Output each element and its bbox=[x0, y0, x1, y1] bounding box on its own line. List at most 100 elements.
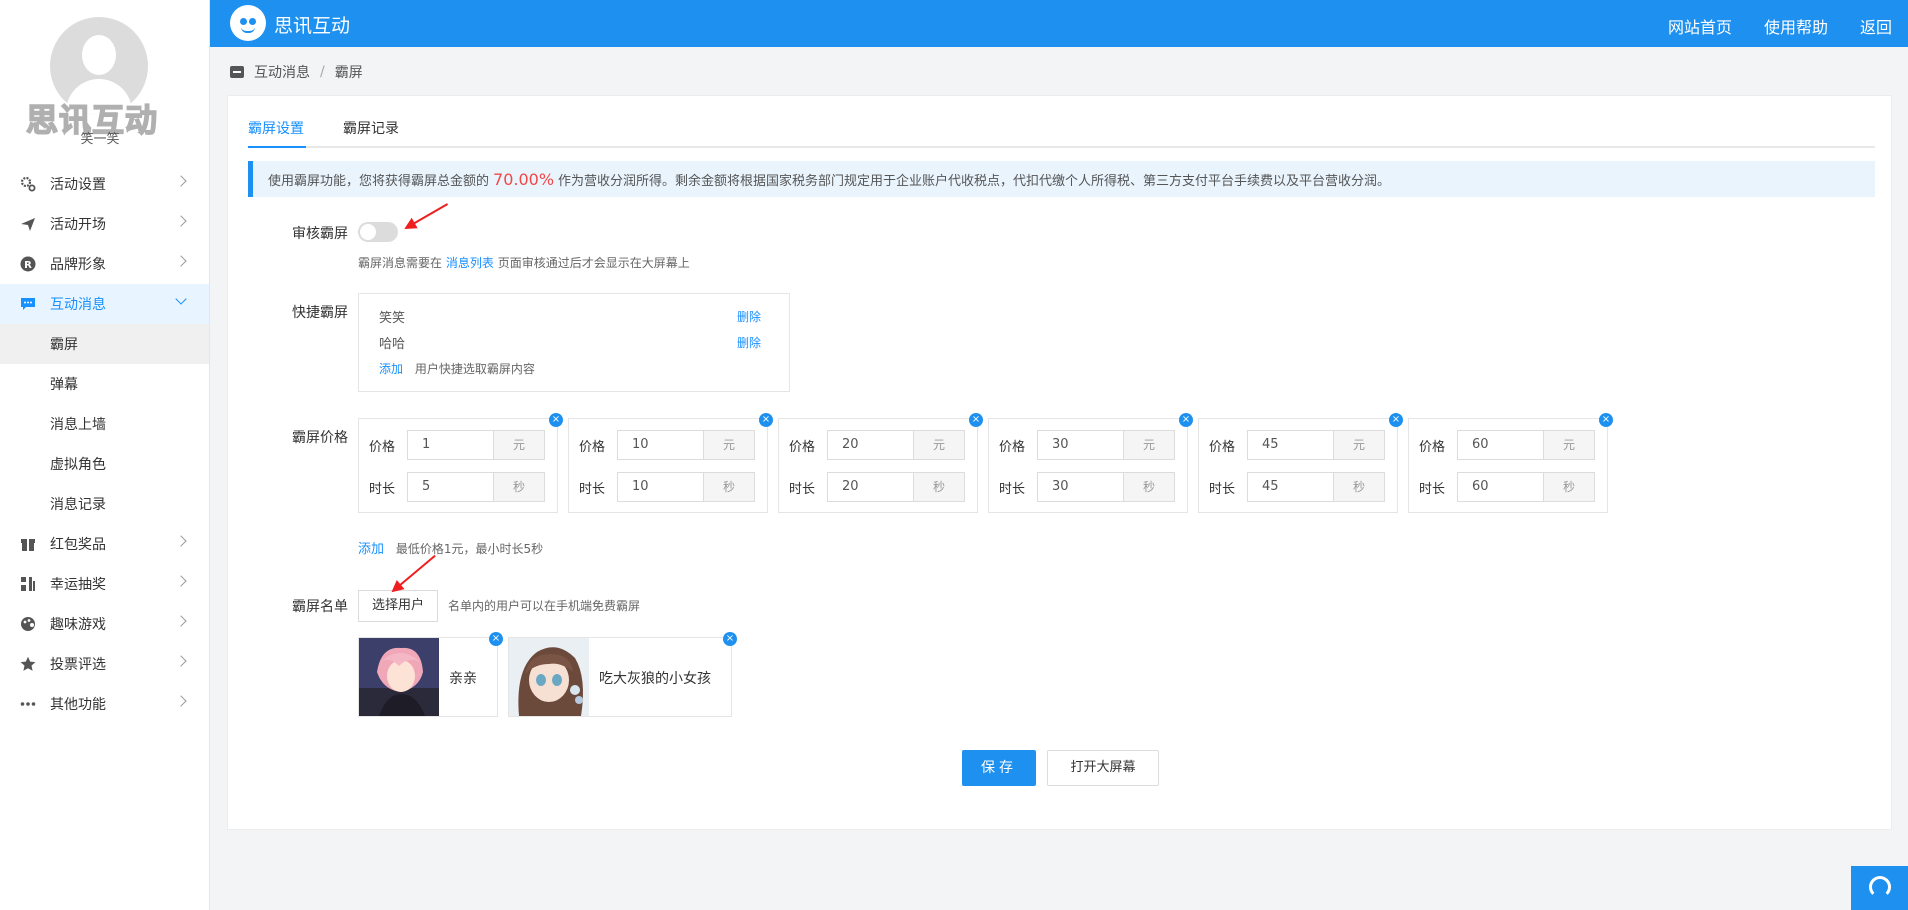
price-unit: 元 bbox=[913, 430, 965, 460]
duration-input[interactable]: 10 bbox=[617, 472, 703, 502]
close-icon[interactable]: × bbox=[1389, 413, 1403, 427]
quick-label: 快捷霸屏 bbox=[292, 305, 348, 321]
duration-row: 时长 60 秒 bbox=[1419, 472, 1595, 502]
close-icon[interactable]: × bbox=[489, 632, 503, 646]
avatar-head-shape bbox=[82, 35, 116, 75]
price-row: 价格 45 元 bbox=[1209, 430, 1385, 460]
price-row: 价格 1 元 bbox=[369, 430, 545, 460]
sidebar-item-label: 活动开场 bbox=[50, 217, 106, 233]
price-input[interactable]: 20 bbox=[827, 430, 913, 460]
breadcrumb-parent[interactable]: 互动消息 bbox=[254, 62, 310, 82]
duration-unit: 秒 bbox=[1333, 472, 1385, 502]
profile: 思讯互动 笑一笑 bbox=[0, 0, 209, 150]
submenu-item-message-wall[interactable]: 消息上墙 bbox=[0, 404, 209, 444]
breadcrumb: 互动消息 / 霸屏 bbox=[230, 62, 363, 82]
delete-link[interactable]: 删除 bbox=[737, 334, 761, 351]
review-toggle[interactable] bbox=[358, 222, 398, 242]
quick-add-link[interactable]: 添加 bbox=[379, 362, 403, 376]
chevron-right-icon bbox=[175, 655, 187, 667]
nav-home-link[interactable]: 网站首页 bbox=[1668, 14, 1732, 38]
price-add-row: 添加 最低价格1元，最小时长5秒 bbox=[358, 538, 543, 557]
tab-bapin-settings[interactable]: 霸屏设置 bbox=[248, 118, 304, 138]
close-icon[interactable]: × bbox=[759, 413, 773, 427]
sidebar-item-activity-settings[interactable]: 活动设置 bbox=[0, 164, 209, 204]
price-tier-card: × 价格 30 元 时长 30 秒 bbox=[988, 413, 1193, 513]
duration-input[interactable]: 45 bbox=[1247, 472, 1333, 502]
customer-service-button[interactable] bbox=[1851, 866, 1908, 910]
price-field-label: 价格 bbox=[369, 439, 396, 455]
price-input[interactable]: 60 bbox=[1457, 430, 1543, 460]
nav-help-link[interactable]: 使用帮助 bbox=[1764, 14, 1828, 38]
submenu-item-bapin[interactable]: 霸屏 bbox=[0, 324, 209, 364]
sidebar-item-label: 品牌形象 bbox=[50, 257, 106, 273]
quick-list: 笑笑 删除 哈哈 删除 添加 用户快捷选取霸屏内容 bbox=[358, 293, 790, 392]
chat-icon bbox=[20, 296, 36, 312]
chevron-right-icon bbox=[175, 255, 187, 267]
save-button[interactable]: 保存 bbox=[962, 750, 1036, 786]
sidebar-item-interactive-messages[interactable]: 互动消息 bbox=[0, 284, 209, 324]
sidebar-item-label: 幸运抽奖 bbox=[50, 577, 106, 593]
duration-input[interactable]: 20 bbox=[827, 472, 913, 502]
nav-back-link[interactable]: 返回 bbox=[1860, 14, 1892, 38]
review-hint-before: 霸屏消息需要在 bbox=[358, 256, 443, 270]
close-icon[interactable]: × bbox=[1599, 413, 1613, 427]
sidebar-item-activity-opening[interactable]: 活动开场 bbox=[0, 204, 209, 244]
close-icon[interactable]: × bbox=[549, 413, 563, 427]
sidebar-item-voting[interactable]: 投票评选 bbox=[0, 644, 209, 684]
duration-field-label: 时长 bbox=[369, 481, 396, 497]
duration-unit: 秒 bbox=[1123, 472, 1175, 502]
whitelist-hint: 名单内的用户可以在手机端免费霸屏 bbox=[448, 599, 641, 613]
duration-input[interactable]: 5 bbox=[407, 472, 493, 502]
duration-unit: 秒 bbox=[913, 472, 965, 502]
delete-link[interactable]: 删除 bbox=[737, 308, 761, 325]
gift-icon bbox=[20, 536, 36, 552]
open-big-screen-button[interactable]: 打开大屏幕 bbox=[1047, 750, 1159, 786]
sidebar-item-label: 互动消息 bbox=[50, 297, 106, 313]
submenu-item-danmu[interactable]: 弹幕 bbox=[0, 364, 209, 404]
sidebar-item-brand-image[interactable]: R 品牌形象 bbox=[0, 244, 209, 284]
submenu-item-message-records[interactable]: 消息记录 bbox=[0, 484, 209, 524]
chevron-right-icon bbox=[175, 615, 187, 627]
review-hint-after: 页面审核通过后才会显示在大屏幕上 bbox=[497, 256, 690, 270]
price-input[interactable]: 45 bbox=[1247, 430, 1333, 460]
select-user-button[interactable]: 选择用户 bbox=[358, 590, 438, 622]
price-add-link[interactable]: 添加 bbox=[358, 542, 384, 557]
duration-input[interactable]: 30 bbox=[1037, 472, 1123, 502]
price-unit: 元 bbox=[1333, 430, 1385, 460]
whitelist-user-card: × 亲亲 bbox=[358, 632, 503, 717]
notice-text-before: 使用霸屏功能，您将获得霸屏总金额的 bbox=[268, 173, 490, 189]
duration-field-label: 时长 bbox=[1419, 481, 1446, 497]
sidebar-item-lucky-draw[interactable]: 幸运抽奖 bbox=[0, 564, 209, 604]
price-input[interactable]: 10 bbox=[617, 430, 703, 460]
price-input[interactable]: 30 bbox=[1037, 430, 1123, 460]
close-icon[interactable]: × bbox=[1179, 413, 1193, 427]
settings-card: 霸屏设置 霸屏记录 使用霸屏功能，您将获得霸屏总金额的 70.00% 作为营收分… bbox=[227, 95, 1892, 830]
tab-bapin-records[interactable]: 霸屏记录 bbox=[343, 118, 399, 138]
tab-bar bbox=[248, 96, 1875, 148]
sidebar-item-label: 其他功能 bbox=[50, 697, 106, 713]
message-list-link[interactable]: 消息列表 bbox=[446, 256, 494, 270]
close-icon[interactable]: × bbox=[723, 632, 737, 646]
sidebar-item-red-packet[interactable]: 红包奖品 bbox=[0, 524, 209, 564]
price-input[interactable]: 1 bbox=[407, 430, 493, 460]
gear-icon bbox=[20, 176, 36, 192]
more-icon bbox=[20, 696, 36, 712]
price-row: 价格 30 元 bbox=[999, 430, 1175, 460]
duration-input[interactable]: 60 bbox=[1457, 472, 1543, 502]
sidebar-item-other-functions[interactable]: 其他功能 bbox=[0, 684, 209, 724]
paper-plane-icon bbox=[20, 216, 36, 232]
duration-row: 时长 5 秒 bbox=[369, 472, 545, 502]
duration-row: 时长 45 秒 bbox=[1209, 472, 1385, 502]
user-avatar-image bbox=[359, 638, 439, 716]
logo-eye bbox=[240, 18, 247, 25]
price-add-hint: 最低价格1元，最小时长5秒 bbox=[395, 542, 544, 556]
chevron-right-icon bbox=[175, 695, 187, 707]
price-label: 霸屏价格 bbox=[292, 430, 348, 446]
sidebar-item-fun-games[interactable]: 趣味游戏 bbox=[0, 604, 209, 644]
chevron-right-icon bbox=[175, 215, 187, 227]
active-tab-indicator bbox=[248, 146, 306, 148]
close-icon[interactable]: × bbox=[969, 413, 983, 427]
submenu-item-virtual-role[interactable]: 虚拟角色 bbox=[0, 444, 209, 484]
logo-icon[interactable] bbox=[230, 5, 266, 41]
whitelist-user-card: × 吃大灰狼的小女孩 bbox=[508, 632, 737, 717]
